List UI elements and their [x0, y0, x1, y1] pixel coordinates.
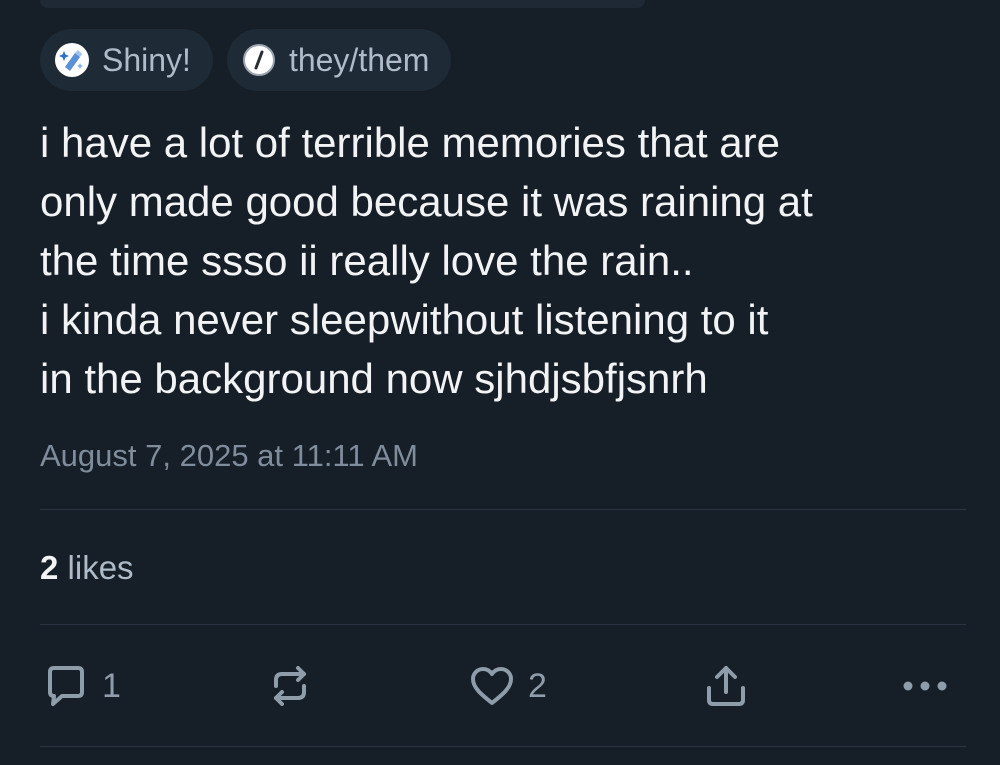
badge-label: they/them	[288, 41, 430, 78]
sparkle-chip-icon	[55, 43, 89, 77]
post-text: i have a lot of terrible memories that a…	[40, 119, 813, 402]
divider	[40, 746, 966, 747]
divider	[40, 624, 966, 625]
more-icon	[903, 681, 947, 691]
like-button[interactable]: 2	[468, 658, 547, 714]
repost-icon	[274, 666, 306, 706]
post-timestamp: August 7, 2025 at 11:11 AM	[40, 438, 419, 473]
previous-element-edge	[40, 0, 645, 8]
likes-summary[interactable]: 2 likes	[40, 549, 134, 587]
like-count: 2	[528, 666, 547, 705]
profile-badges: Shiny! they/them	[40, 29, 452, 91]
likes-count: 2	[40, 549, 59, 586]
reply-count: 1	[102, 666, 121, 705]
share-icon	[707, 666, 745, 706]
reply-icon	[48, 666, 84, 706]
badge-label: Shiny!	[102, 41, 191, 78]
badge-shiny[interactable]: Shiny!	[40, 29, 213, 91]
reply-button[interactable]: 1	[42, 658, 121, 714]
badge-pronouns[interactable]: they/them	[226, 29, 452, 91]
likes-label: likes	[67, 549, 134, 586]
share-button[interactable]	[702, 658, 750, 714]
more-options-button[interactable]	[900, 658, 950, 714]
repost-button[interactable]	[266, 658, 314, 714]
slash-circle-icon	[242, 44, 275, 76]
divider	[40, 509, 966, 510]
heart-icon	[471, 667, 513, 705]
